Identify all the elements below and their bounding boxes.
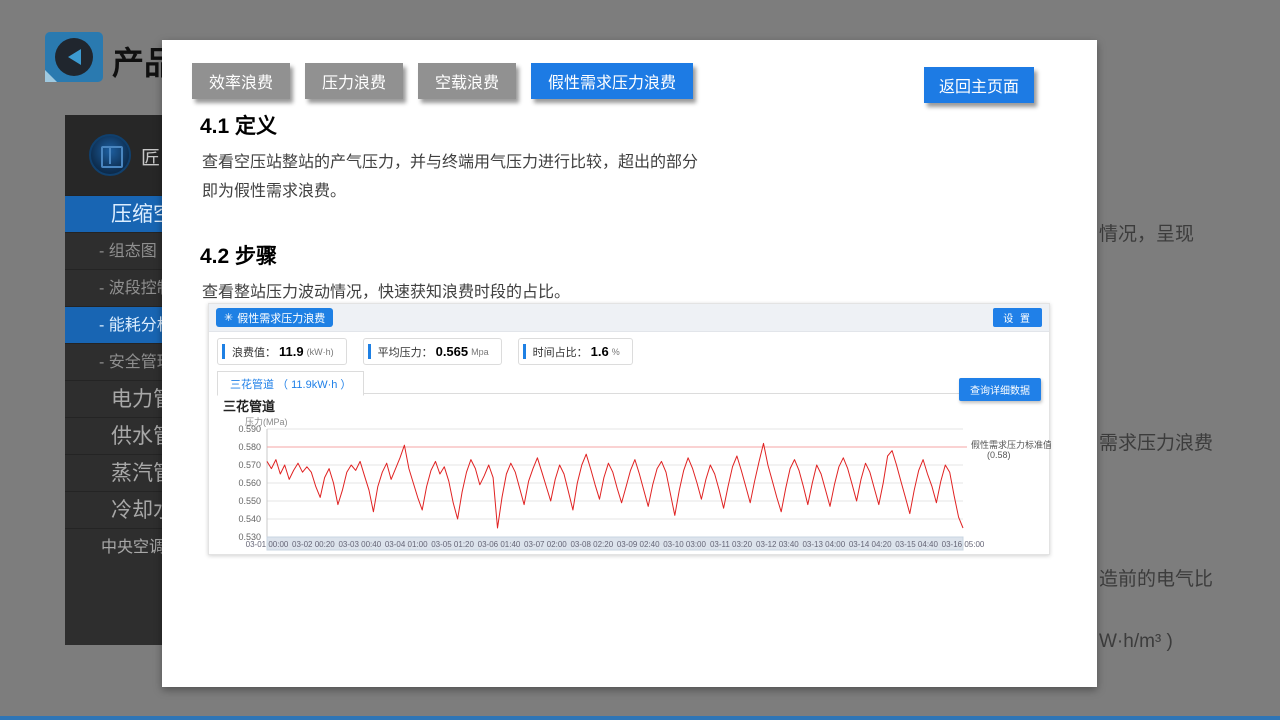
back-arrow-icon xyxy=(45,32,103,82)
dashboard-header: ✳ 假性需求压力浪费 设 置 xyxy=(209,304,1049,332)
tab-false-demand-pressure-waste[interactable]: 假性需求压力浪费 xyxy=(531,63,693,99)
waste-type-tabs: 效率浪费 压力浪费 空载浪费 假性需求压力浪费 xyxy=(192,63,693,99)
svg-text:0.550: 0.550 xyxy=(238,496,261,506)
svg-text:03-04 01:00: 03-04 01:00 xyxy=(385,540,428,549)
svg-text:(0.58): (0.58) xyxy=(987,450,1011,460)
svg-text:03-11 03:20: 03-11 03:20 xyxy=(710,540,753,549)
dashboard-title-badge: ✳ 假性需求压力浪费 xyxy=(216,308,333,327)
stats-row: 浪费值： 11.9 (kW·h) 平均压力： 0.565 Mpa 时间占比： 1… xyxy=(217,338,633,365)
stat-label: 平均压力： xyxy=(378,344,433,360)
stat-unit: Mpa xyxy=(471,347,489,357)
svg-text:0.570: 0.570 xyxy=(238,460,261,470)
sidebar-item-compressed-air[interactable]: 压缩空气 xyxy=(65,195,162,232)
svg-text:0.560: 0.560 xyxy=(238,478,261,488)
slide-bottom-accent-bar xyxy=(0,716,1280,720)
badge-gear-icon: ✳ xyxy=(224,311,233,324)
tab-pressure-waste[interactable]: 压力浪费 xyxy=(305,63,403,99)
section-body-definition: 查看空压站整站的产气压力，并与终端用气压力进行比较，超出的部分 即为假性需求浪费… xyxy=(202,148,698,206)
svg-text:03-06 01:40: 03-06 01:40 xyxy=(478,540,521,549)
stat-card-time-ratio: 时间占比： 1.6 % xyxy=(518,338,633,365)
svg-text:03-16 05:00: 03-16 05:00 xyxy=(942,540,985,549)
background-fragment-3: 造前的电气比 xyxy=(1099,564,1213,591)
svg-text:03-03 00:40: 03-03 00:40 xyxy=(338,540,381,549)
sidebar-item-hvac-mgmt[interactable]: 中央空调管理 xyxy=(65,528,162,565)
stat-accent-bar xyxy=(523,344,526,359)
stat-card-avg-pressure: 平均压力： 0.565 Mpa xyxy=(363,338,502,365)
sidebar-item-power-mgmt[interactable]: 电力管理 xyxy=(65,380,162,417)
tab-idle-waste[interactable]: 空载浪费 xyxy=(418,63,516,99)
stat-unit: (kW·h) xyxy=(307,347,334,357)
sidebar: 匠 压缩空气 - 组态图 - 波段控制 - 能耗分析 - 安全管理 电力管理 供… xyxy=(65,115,162,645)
svg-text:0.590: 0.590 xyxy=(238,424,261,434)
pressure-line-chart[interactable]: 0.5900.5800.5700.5600.5500.5400.530假性需求压… xyxy=(209,424,1051,552)
stat-accent-bar xyxy=(368,344,371,359)
background-fragment-2: 需求压力浪费 xyxy=(1099,428,1213,455)
stat-value: 0.565 xyxy=(436,344,469,359)
pipe-tab-row: 三花管道 （ 11.9kW·h ） xyxy=(217,370,1041,394)
sidebar-logo-label: 匠 xyxy=(141,143,160,170)
sidebar-item-safety-mgmt[interactable]: - 安全管理 xyxy=(65,343,162,380)
svg-text:03-12 03:40: 03-12 03:40 xyxy=(756,540,799,549)
stat-value: 1.6 xyxy=(591,344,609,359)
svg-text:03-09 02:40: 03-09 02:40 xyxy=(617,540,660,549)
svg-text:03-08 02:20: 03-08 02:20 xyxy=(570,540,613,549)
sidebar-item-config-diagram[interactable]: - 组态图 xyxy=(65,232,162,269)
sidebar-item-water-supply-mgmt[interactable]: 供水管理 xyxy=(65,417,162,454)
icon-fold-corner xyxy=(45,70,57,82)
sidebar-item-energy-analysis[interactable]: - 能耗分析 xyxy=(65,306,162,343)
stat-accent-bar xyxy=(222,344,225,359)
embedded-dashboard: ✳ 假性需求压力浪费 设 置 浪费值： 11.9 (kW·h) 平均压力： 0.… xyxy=(208,303,1050,555)
svg-text:03-14 04:20: 03-14 04:20 xyxy=(849,540,892,549)
dashboard-title-badge-label: 假性需求压力浪费 xyxy=(237,310,325,326)
svg-text:03-01 00:00: 03-01 00:00 xyxy=(246,540,289,549)
svg-text:03-13 04:00: 03-13 04:00 xyxy=(802,540,845,549)
stat-label: 时间占比： xyxy=(533,344,588,360)
svg-text:03-10 03:00: 03-10 03:00 xyxy=(663,540,706,549)
chart-title: 三花管道 xyxy=(223,396,275,415)
sidebar-logo-row: 匠 xyxy=(65,115,162,195)
sidebar-item-band-control[interactable]: - 波段控制 xyxy=(65,269,162,306)
svg-text:0.580: 0.580 xyxy=(238,442,261,452)
svg-text:03-15 04:40: 03-15 04:40 xyxy=(895,540,938,549)
return-main-page-button[interactable]: 返回主页面 xyxy=(924,67,1034,103)
sidebar-item-cooling-water-mgmt[interactable]: 冷却水管理 xyxy=(65,491,162,528)
stat-value: 11.9 xyxy=(279,344,304,359)
svg-text:假性需求压力标准值: 假性需求压力标准值 xyxy=(971,439,1051,450)
query-detail-data-button[interactable]: 查询详细数据 xyxy=(959,378,1041,401)
slide-stage: 情况，呈现 需求压力浪费 造前的电气比 W·h/m³ ) 产品 匠 压缩空气 -… xyxy=(0,0,1280,720)
settings-button[interactable]: 设 置 xyxy=(993,308,1042,327)
section-heading-definition: 4.1 定义 xyxy=(200,110,277,140)
svg-text:03-02 00:20: 03-02 00:20 xyxy=(292,540,335,549)
icon-triangle xyxy=(68,49,81,65)
background-fragment-1: 情况，呈现 xyxy=(1099,219,1194,246)
svg-text:03-05 01:20: 03-05 01:20 xyxy=(431,540,474,549)
tab-sanhua-pipe[interactable]: 三花管道 （ 11.9kW·h ） xyxy=(217,371,364,396)
section-heading-steps: 4.2 步骤 xyxy=(200,240,277,270)
background-fragment-4: W·h/m³ ) xyxy=(1099,631,1173,653)
tab-efficiency-waste[interactable]: 效率浪费 xyxy=(192,63,290,99)
content-modal: 效率浪费 压力浪费 空载浪费 假性需求压力浪费 返回主页面 4.1 定义 查看空… xyxy=(162,40,1097,687)
svg-text:0.540: 0.540 xyxy=(238,514,261,524)
stat-card-waste-value: 浪费值： 11.9 (kW·h) xyxy=(217,338,347,365)
stat-label: 浪费值： xyxy=(232,344,276,360)
sidebar-item-steam-mgmt[interactable]: 蒸汽管理 xyxy=(65,454,162,491)
company-logo-glyph xyxy=(101,146,123,168)
stat-unit: % xyxy=(612,347,620,357)
svg-text:03-07 02:00: 03-07 02:00 xyxy=(524,540,567,549)
